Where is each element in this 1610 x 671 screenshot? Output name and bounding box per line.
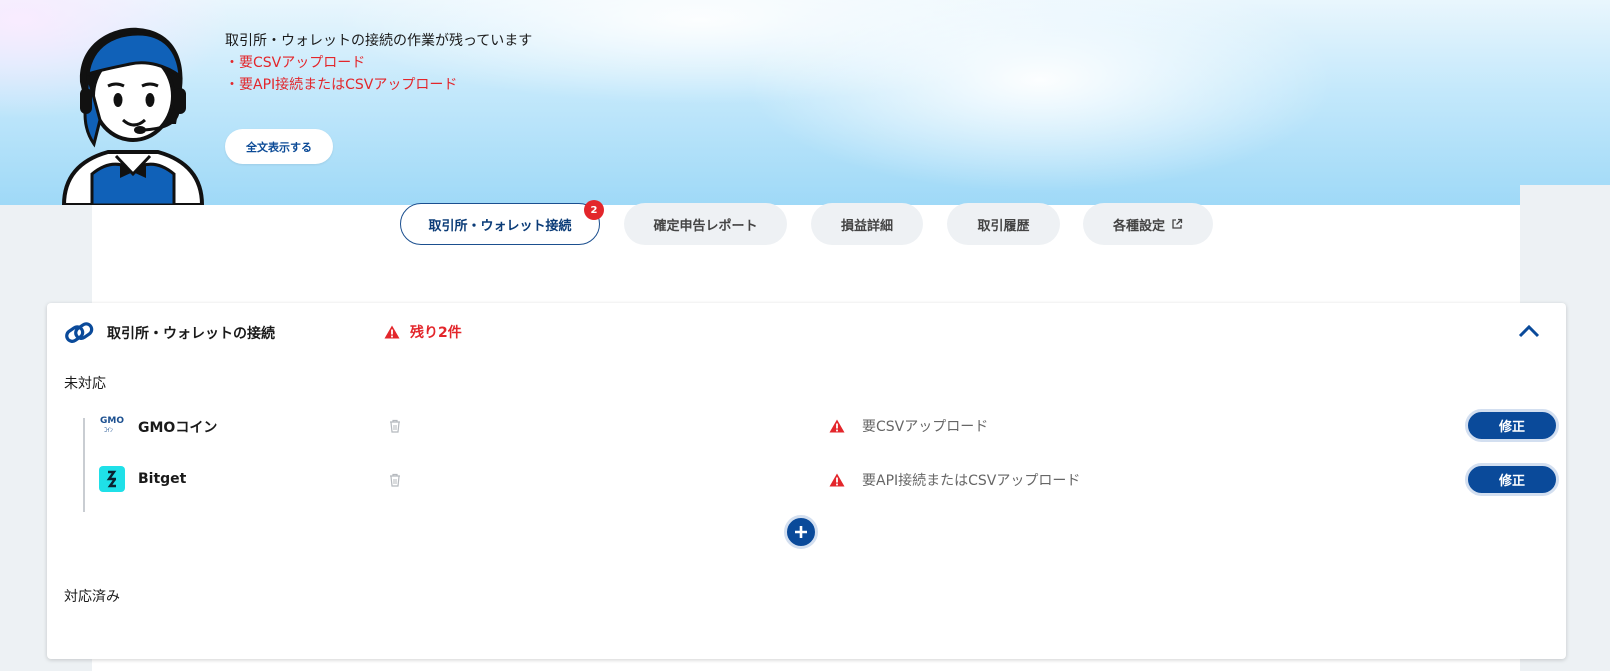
- tab-settings[interactable]: 各種設定: [1083, 203, 1213, 245]
- fix-button[interactable]: 修正: [1465, 409, 1559, 442]
- tab-tax-report[interactable]: 確定申告レポート: [624, 203, 787, 245]
- tab-label: 取引履歴: [977, 218, 1030, 234]
- show-full-text-button[interactable]: 全文表示する: [225, 129, 333, 164]
- tab-label: 確定申告レポート: [653, 218, 758, 234]
- tab-trade-history[interactable]: 取引履歴: [947, 203, 1060, 245]
- tab-label: 取引所・ウォレット接続: [428, 218, 572, 234]
- svg-text:ｺｲﾝ: ｺｲﾝ: [104, 427, 113, 434]
- remaining-count: 残り2件: [384, 322, 462, 342]
- chevron-up-icon: [1518, 324, 1540, 337]
- svg-text:GMO: GMO: [100, 416, 124, 426]
- card-title: 取引所・ウォレットの接続: [107, 326, 275, 342]
- list-rail: [83, 418, 85, 512]
- banner-edge: [1520, 185, 1610, 205]
- banner-message-block: 取引所・ウォレットの接続の作業が残っています ・要CSVアップロード ・要API…: [225, 30, 532, 96]
- tab-label: 各種設定: [1112, 218, 1165, 234]
- exchange-row: Bitget 要API接続またはCSVアップロード 修正: [99, 460, 1559, 500]
- tab-label: 損益詳細: [840, 218, 893, 234]
- exchange-row: GMO ｺｲﾝ GMOコイン 要CSVアップロード 修正: [99, 406, 1559, 446]
- trash-icon[interactable]: [389, 419, 401, 433]
- trash-icon[interactable]: [389, 473, 401, 487]
- remaining-label: 残り2件: [410, 325, 462, 341]
- banner-todo-item: ・要API接続またはCSVアップロード: [225, 77, 458, 93]
- exchange-name: Bitget: [138, 471, 187, 487]
- done-section-label: 対応済み: [64, 589, 120, 605]
- connection-status: 要CSVアップロード: [862, 419, 989, 435]
- banner-todo-item: ・要CSVアップロード: [225, 55, 366, 71]
- notification-badge: 2: [584, 200, 604, 220]
- pending-section-label: 未対応: [64, 376, 106, 392]
- warning-icon: [384, 325, 400, 339]
- warning-icon: [829, 419, 845, 433]
- external-link-icon: [1172, 218, 1183, 229]
- tab-exchange-wallet[interactable]: 取引所・ウォレット接続 2: [400, 200, 604, 245]
- exchange-name: GMOコイン: [138, 420, 218, 436]
- add-connection-button[interactable]: [784, 515, 818, 549]
- connection-status: 要API接続またはCSVアップロード: [862, 473, 1081, 489]
- collapse-button[interactable]: [1514, 317, 1544, 347]
- link-icon: [65, 322, 94, 343]
- warning-icon: [829, 473, 845, 487]
- gmo-coin-logo: GMO ｺｲﾝ: [100, 416, 124, 434]
- tab-profit-loss[interactable]: 損益詳細: [811, 203, 923, 245]
- connection-card: 取引所・ウォレットの接続 残り2件 未対応 GMO ｺｲﾝ GMOコイン 要CS…: [47, 303, 1566, 659]
- bitget-logo: [99, 466, 125, 492]
- plus-icon: [795, 526, 807, 538]
- support-operator-illustration: [61, 27, 205, 205]
- fix-button[interactable]: 修正: [1465, 463, 1559, 496]
- banner-message: 取引所・ウォレットの接続の作業が残っています: [225, 33, 533, 49]
